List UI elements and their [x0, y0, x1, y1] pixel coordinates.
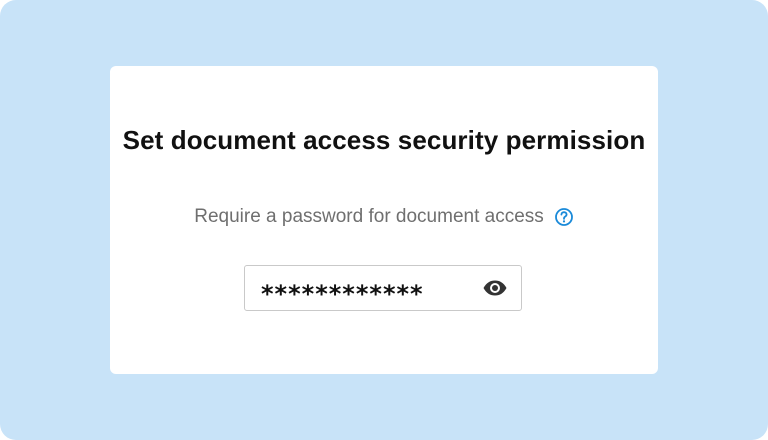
subtitle-row: Require a password for document access: [110, 205, 658, 229]
dialog-title: Set document access security permission: [122, 125, 646, 155]
password-masked-value[interactable]: ************: [245, 265, 481, 311]
page-backdrop: Set document access security permission …: [0, 0, 768, 440]
eye-icon[interactable]: [481, 274, 509, 302]
eye-icon-graphic: [483, 280, 507, 296]
password-field[interactable]: ************: [244, 265, 522, 311]
question-circle-icon-graphic: [554, 208, 573, 226]
permission-card: Set document access security permission …: [110, 66, 658, 374]
dialog-subtitle: Require a password for document access: [194, 206, 544, 227]
question-circle-icon[interactable]: [554, 207, 574, 227]
